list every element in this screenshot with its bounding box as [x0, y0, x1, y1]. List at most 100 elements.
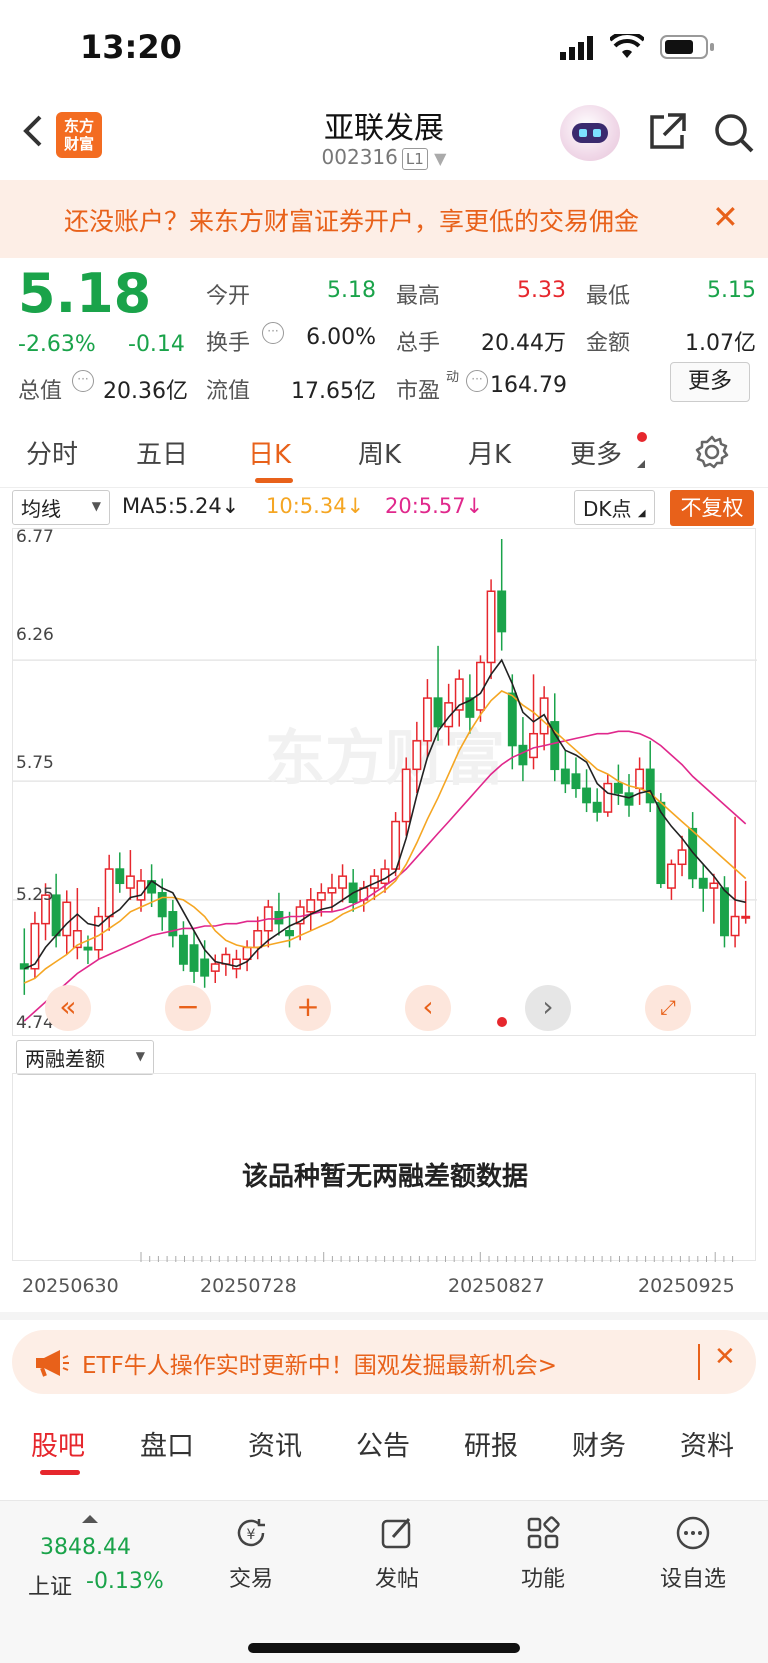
candle-body: [285, 930, 294, 937]
next-button[interactable]: ›: [525, 985, 571, 1031]
nav-functions[interactable]: 功能: [488, 1515, 598, 1593]
close-icon[interactable]: ✕: [714, 1342, 736, 1372]
page-indicator-dot: [497, 1017, 507, 1027]
candle-body: [507, 692, 517, 747]
tab-five-day[interactable]: 五日: [136, 434, 188, 471]
candle-body: [253, 930, 263, 949]
candle-body: [688, 827, 698, 880]
wifi-icon: [610, 34, 644, 58]
dropdown-icon: ▼: [91, 499, 101, 513]
indicator-select[interactable]: 均线 ▼: [12, 490, 110, 525]
content-tabs: 股吧 盘口 资讯 公告 研报 财务 资料: [0, 1408, 768, 1475]
margin-panel: 该品种暂无两融差额数据: [12, 1073, 756, 1262]
turnover-value: 6.00%: [306, 325, 376, 350]
app-header: 东方 财富 亚联发展 002316 L1 ▼: [0, 95, 768, 180]
tab-news[interactable]: 资讯: [248, 1424, 302, 1463]
ma20-label: 20:5.57↓: [385, 494, 484, 518]
promo-text: 还没账户？来东方财富证券开户，享更低的交易佣金: [64, 207, 640, 236]
candle-body: [624, 792, 634, 806]
settings-icon[interactable]: [694, 434, 730, 470]
kline-chart[interactable]: 东方财富 6.77 6.26 5.75 5.25 4.74 « − + ‹ › …: [12, 527, 757, 1036]
expand-icon[interactable]: [82, 1515, 98, 1523]
high-label: 最高: [396, 284, 441, 309]
candle-body: [497, 590, 507, 633]
dropdown-icon: ▼: [434, 149, 447, 168]
tab-guba[interactable]: 股吧: [31, 1424, 85, 1463]
info-icon[interactable]: ···: [466, 370, 488, 392]
x-date: 20250630: [22, 1275, 119, 1297]
rewind-button[interactable]: «: [45, 985, 91, 1031]
zoom-out-button[interactable]: −: [165, 985, 211, 1031]
ma5-label: MA5:5.24↓: [122, 494, 240, 518]
margin-select[interactable]: 两融差额 ▼: [16, 1040, 154, 1075]
share-icon[interactable]: [646, 111, 688, 153]
notification-dot: [637, 432, 647, 442]
more-button[interactable]: 更多: [670, 362, 750, 402]
period-tabs: 分时 五日 日K 周K 月K 更多: [0, 412, 768, 488]
signal-icon: [560, 36, 593, 60]
battery-icon: [660, 35, 714, 59]
candle-body: [316, 892, 326, 901]
adjust-button[interactable]: 不复权: [670, 490, 754, 526]
info-icon[interactable]: ···: [72, 370, 94, 392]
amount-label: 金额: [586, 331, 631, 356]
candle-body: [125, 875, 135, 889]
prev-button[interactable]: ‹: [405, 985, 451, 1031]
promo-banner[interactable]: 还没账户？来东方财富证券开户，享更低的交易佣金 ✕: [0, 180, 768, 258]
dropdown-icon: ▼: [135, 1049, 145, 1063]
tab-daily-k[interactable]: 日K: [248, 434, 291, 471]
search-icon[interactable]: [712, 111, 756, 155]
close-icon[interactable]: ✕: [712, 198, 739, 236]
edit-icon: [381, 1518, 411, 1549]
candle-body: [412, 740, 422, 771]
corner-triangle-icon: ◢: [637, 508, 646, 519]
tab-research[interactable]: 研报: [464, 1424, 518, 1463]
float-cap-value: 17.65亿: [291, 379, 376, 404]
candle-body: [698, 877, 708, 889]
tab-intraday[interactable]: 分时: [26, 434, 78, 471]
pe-sup: 动: [446, 370, 460, 385]
ma10-label: 10:5.34↓: [266, 494, 365, 518]
index-value[interactable]: 3848.44: [40, 1535, 131, 1560]
low-value: 5.15: [707, 278, 756, 303]
tab-finance[interactable]: 财务: [572, 1424, 626, 1463]
dk-select[interactable]: DK点 ◢: [574, 490, 655, 525]
home-indicator: [248, 1643, 520, 1653]
nav-trade[interactable]: ¥ 交易: [196, 1515, 306, 1593]
etf-banner[interactable]: ETF牛人操作实时更新中！围观发掘最新机会> ✕: [12, 1330, 756, 1394]
nav-add-watchlist[interactable]: 设自选: [638, 1515, 748, 1593]
index-name: 上证: [28, 1575, 73, 1600]
turnover-label: 换手: [206, 331, 251, 356]
tab-weekly-k[interactable]: 周K: [358, 434, 401, 471]
megaphone-icon: [36, 1350, 69, 1377]
tab-monthly-k[interactable]: 月K: [468, 434, 511, 471]
amount-value: 1.07亿: [685, 331, 756, 356]
candle-body: [157, 892, 167, 918]
tab-profile[interactable]: 资料: [680, 1424, 734, 1463]
indicator-select-label: 均线: [21, 497, 61, 521]
float-cap-label: 流值: [206, 379, 251, 404]
candle-body: [200, 958, 210, 977]
margin-select-label: 两融差额: [25, 1047, 105, 1071]
ai-assistant-icon[interactable]: [560, 105, 620, 161]
zoom-in-button[interactable]: +: [285, 985, 331, 1031]
candle-body: [486, 590, 496, 664]
tab-more[interactable]: 更多: [570, 434, 622, 471]
section-divider: [0, 1312, 768, 1320]
candle-body: [401, 768, 411, 823]
candle-body: [338, 875, 348, 889]
pe-value: 164.79: [490, 373, 567, 398]
fullscreen-button[interactable]: ⤢: [645, 985, 691, 1031]
nav-functions-label: 功能: [520, 1567, 565, 1592]
candle-body: [232, 958, 241, 970]
tab-announcements[interactable]: 公告: [356, 1424, 410, 1463]
info-icon[interactable]: ···: [262, 322, 284, 344]
nav-post[interactable]: 发帖: [342, 1515, 452, 1593]
candle-body: [582, 787, 592, 804]
candle-body: [603, 782, 613, 813]
candle-body: [730, 915, 740, 937]
candle-body: [476, 661, 485, 711]
nav-add-watchlist-label: 设自选: [659, 1567, 726, 1592]
candle-body: [104, 868, 114, 918]
tab-pankou[interactable]: 盘口: [140, 1424, 194, 1463]
